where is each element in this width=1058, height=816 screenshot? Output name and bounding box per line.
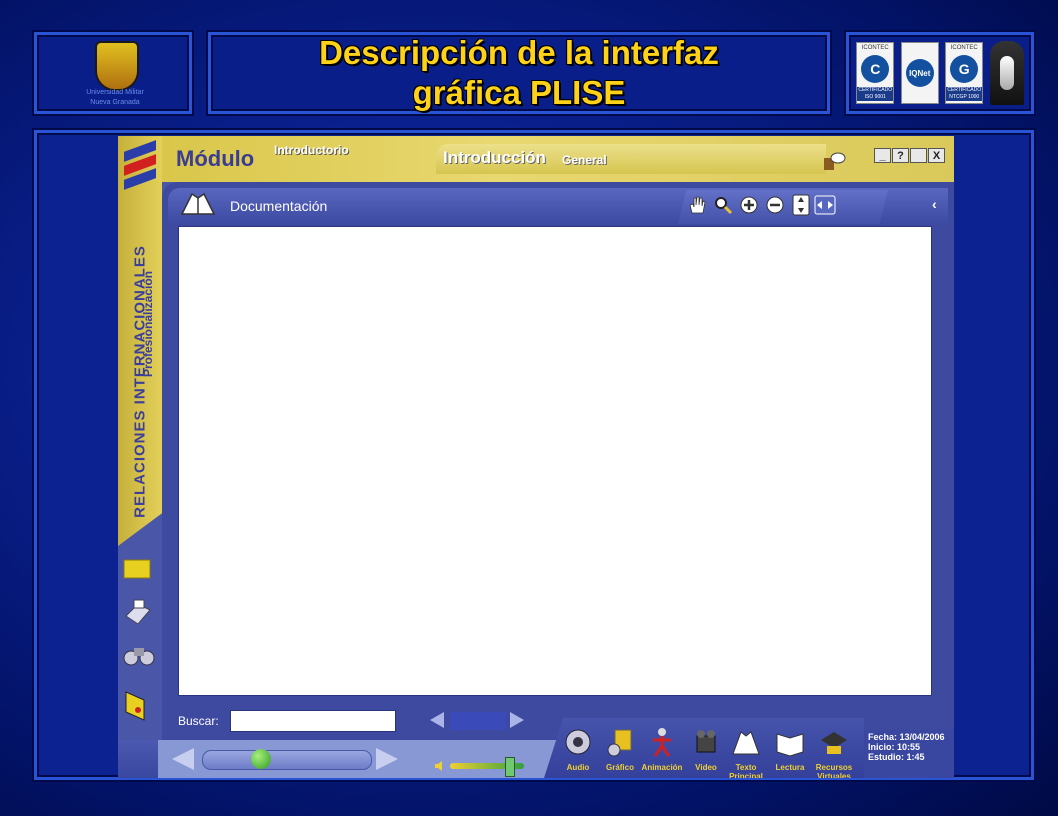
zoom-in-icon[interactable] [738,194,760,216]
section-subtitle: General [562,153,607,167]
page-indicator-bar [450,712,506,730]
study-time-text: Estudio: 1:45 [868,752,925,762]
logo-text-line2: Nueva Granada [90,99,140,106]
rewind-arrow-icon[interactable] [172,748,194,770]
next-page-arrow-icon[interactable] [510,712,524,728]
texto-principal-icon [732,731,760,755]
media-label: Animación [641,763,683,772]
slide-title-line2: gráfica PLISE [412,74,626,111]
volume-knob[interactable] [505,757,516,777]
section-title: Introducción [443,148,546,167]
program-subtitle: Profesionalización [141,270,155,378]
cert-bottom: CERTIFICADO ISO 9001 [857,87,894,101]
module-sublabel: Introductorio [274,143,349,157]
texto-principal-button[interactable]: Texto Principal [724,726,768,778]
date-text: Fecha: 13/04/2006 [868,732,945,742]
progress-knob[interactable] [250,749,271,769]
media-label: Lectura [775,763,805,772]
start-time-text: Inicio: 10:55 [868,742,921,752]
media-label: Recursos Virtuales [815,763,853,778]
grafico-icon [607,729,632,757]
cert-top-label: ICONTEC [950,45,978,51]
fit-width-icon[interactable] [814,194,836,216]
cert-mark: G [950,55,979,83]
iqnet-certificate-icon: IQNet [900,42,939,104]
award-trophy-icon [989,41,1024,105]
previous-page-arrow-icon[interactable] [430,712,444,728]
search-input[interactable] [230,710,396,732]
document-viewport[interactable] [178,226,932,696]
exit-door-icon[interactable] [122,690,156,721]
slide-title-line1: Descripción de la interfaz [319,34,719,71]
lectura-button[interactable]: Lectura [768,726,812,772]
grafico-button[interactable]: Gráfico [598,726,642,772]
panel-collapse-icon[interactable]: ‹ [932,196,937,212]
lectura-icon [776,733,804,757]
open-book-icon[interactable] [178,190,218,218]
cert-mark: IQNet [905,59,934,87]
logo-panel: Universidad Militar Nueva Granada [34,32,192,114]
animacion-icon [653,728,671,757]
progress-track[interactable] [202,750,372,770]
plise-app-window: RELACIONES INTERNACIONALES Profesionaliz… [118,136,954,778]
minimize-button[interactable]: _ [874,148,891,163]
binoculars-icon[interactable] [122,642,156,672]
search-label: Buscar: [178,714,219,728]
audio-button[interactable]: Audio [556,726,600,772]
speaker-icon[interactable] [434,760,446,772]
maximize-button[interactable] [910,148,927,163]
session-info: Fecha: 13/04/2006 Inicio: 10:55 Estudio:… [864,730,954,778]
zoom-out-icon[interactable] [764,194,786,216]
forward-arrow-icon[interactable] [376,748,398,770]
media-label: Audio [566,763,590,772]
printer-icon[interactable] [122,596,156,626]
university-crest-icon [95,41,139,91]
certifications-panel: ICONTEC C CERTIFICADO ISO 9001 IQNet ICON… [846,32,1034,114]
magnifier-icon[interactable] [712,194,734,216]
media-label: Gráfico [605,763,634,772]
folder-icon[interactable] [122,556,156,586]
title-panel: Descripción de la interfaz gráfica PLISE [208,32,830,114]
video-icon [696,730,716,753]
cert-mark: C [861,55,890,83]
module-label: Módulo [176,146,255,171]
audio-icon [565,729,591,755]
recursos-virtuales-button[interactable]: Recursos Virtuales [812,726,856,778]
media-label: Texto Principal [729,763,763,778]
ntcgp-certificate-icon: ICONTEC G CERTIFICADO NTCGP 1000 [945,42,984,104]
close-button[interactable]: X [928,148,945,163]
chat-help-icon[interactable] [822,150,846,172]
iso-certificate-icon: ICONTEC C CERTIFICADO ISO 9001 [856,42,895,104]
documentation-label: Documentación [230,198,328,214]
hand-pan-icon[interactable] [686,194,708,216]
recursos-virtuales-icon [821,732,847,754]
cert-top-label: ICONTEC [861,45,889,51]
video-button[interactable]: Video [684,726,728,772]
media-label: Video [695,763,717,772]
help-button[interactable]: ? [892,148,909,163]
cert-bottom: CERTIFICADO NTCGP 1000 [946,87,983,101]
logo-text-line1: Universidad Militar [86,89,144,96]
fit-height-icon[interactable] [790,194,812,216]
animacion-button[interactable]: Animación [640,726,684,772]
